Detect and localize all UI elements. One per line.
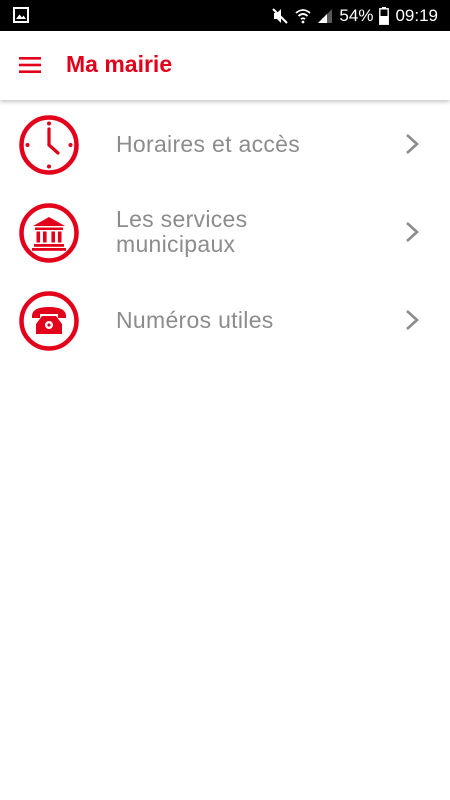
menu-item-services[interactable]: Les services municipaux <box>0 188 450 276</box>
menu-item-label: Numéros utiles <box>116 306 274 333</box>
bank-building-icon <box>19 203 79 263</box>
chevron-right-icon <box>406 134 419 154</box>
page-title: Ma mairie <box>66 51 173 77</box>
menu-list: Horaires et accès Les services municipau… <box>0 100 450 364</box>
wifi-icon <box>295 8 312 23</box>
menu-item-horaires[interactable]: Horaires et accès <box>0 100 450 188</box>
battery-percent: 54% <box>339 5 374 25</box>
menu-item-numeros[interactable]: Numéros utiles <box>0 276 450 364</box>
mute-icon <box>272 7 289 24</box>
chevron-right-icon <box>406 222 419 242</box>
app-bar: Ma mairie <box>0 31 450 100</box>
menu-item-label: Les services municipaux <box>116 206 248 257</box>
menu-item-label: Horaires et accès <box>116 130 301 157</box>
clock-icon <box>19 115 79 175</box>
telephone-icon <box>19 291 79 351</box>
chevron-right-icon <box>406 310 419 330</box>
status-right: 54% 09:19 <box>271 0 438 31</box>
battery-icon <box>379 6 390 25</box>
signal-icon <box>318 8 333 23</box>
clock-time: 09:19 <box>395 5 438 25</box>
gallery-notification-icon <box>13 7 29 23</box>
status-bar: 54% 09:19 <box>0 0 450 31</box>
hamburger-menu-icon[interactable] <box>19 56 41 74</box>
